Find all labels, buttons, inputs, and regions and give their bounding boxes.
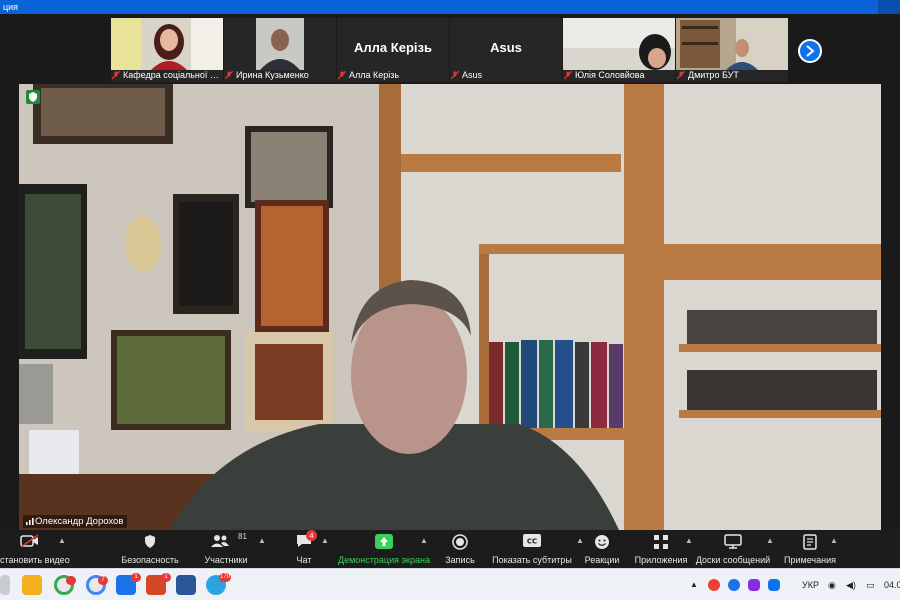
participants-label: Участники bbox=[204, 555, 248, 565]
app-icon[interactable]: 1 bbox=[116, 573, 141, 595]
chat-button[interactable]: 4 Чат bbox=[284, 530, 324, 568]
svg-text:CC: CC bbox=[527, 538, 537, 546]
chrome-icon[interactable] bbox=[54, 575, 76, 595]
reactions-button[interactable]: Реакции bbox=[582, 530, 622, 568]
whiteboards-options-caret[interactable]: ▲ bbox=[766, 536, 774, 546]
record-button[interactable]: Запись bbox=[438, 530, 482, 568]
video-camera-icon bbox=[20, 534, 39, 548]
record-label: Запись bbox=[445, 555, 475, 565]
participant-thumbnail-strip: Кафедра соціальної п... Ирина Кузьменко … bbox=[0, 14, 900, 84]
participant-display-name: Алла Керізь bbox=[354, 40, 432, 55]
shield-icon bbox=[145, 535, 155, 548]
share-options-caret[interactable]: ▲ bbox=[420, 536, 428, 546]
speaker-name-label: Олександр Дорохов bbox=[23, 515, 128, 528]
window-title: ция bbox=[3, 2, 19, 12]
chevron-right-icon bbox=[806, 45, 815, 57]
participants-icon bbox=[211, 535, 229, 547]
security-button[interactable]: Безопасность bbox=[112, 530, 188, 568]
chat-badge: 4 bbox=[306, 530, 317, 541]
record-icon bbox=[452, 534, 468, 550]
input-language[interactable]: УКР bbox=[802, 569, 819, 600]
thumbnail-dmytro[interactable]: Дмитро БУТ bbox=[676, 18, 788, 82]
thumbnail-kafedra[interactable]: Кафедра соціальної п... bbox=[111, 18, 223, 82]
chrome-badge bbox=[66, 576, 76, 585]
share-screen-label: Демонстрация экрана bbox=[338, 555, 430, 565]
video-label: становить видео bbox=[0, 555, 70, 565]
telegram-icon[interactable]: 170 bbox=[206, 573, 231, 595]
thumbnail-alla[interactable]: Алла Керізь Алла Керізь bbox=[337, 18, 449, 82]
signal-bars-icon bbox=[26, 518, 34, 525]
reactions-label: Реакции bbox=[584, 555, 620, 565]
speaker-name: Олександр Дорохов bbox=[35, 516, 124, 527]
volume-icon[interactable]: ◀) bbox=[846, 569, 856, 600]
participant-video bbox=[111, 18, 223, 70]
app-badge: 1 bbox=[131, 573, 141, 582]
notes-label: Примечания bbox=[784, 555, 836, 565]
whiteboards-button[interactable]: Доски сообщений bbox=[694, 530, 772, 568]
apps-label: Приложения bbox=[634, 555, 688, 565]
participant-name: Asus bbox=[462, 70, 483, 80]
title-bar: ция bbox=[0, 0, 900, 14]
video-options-caret[interactable]: ▲ bbox=[58, 536, 66, 545]
participant-display-name: Asus bbox=[490, 40, 522, 55]
apps-button[interactable]: Приложения bbox=[632, 530, 690, 568]
participants-button[interactable]: 81 Участники bbox=[200, 530, 252, 568]
subtitles-label: Показать субтитры bbox=[492, 555, 572, 565]
participant-video bbox=[224, 18, 336, 70]
participant-name: Кафедра соціальної п... bbox=[123, 70, 221, 80]
taskbar-app-icon[interactable] bbox=[0, 575, 10, 595]
show-subtitles-button[interactable]: CC Показать субтитры bbox=[492, 530, 572, 568]
share-screen-icon bbox=[375, 534, 393, 549]
tray-app-icon[interactable] bbox=[708, 579, 720, 591]
title-bar-control[interactable] bbox=[878, 0, 900, 14]
apps-options-caret[interactable]: ▲ bbox=[685, 536, 693, 546]
participant-video bbox=[676, 18, 788, 70]
windows-taskbar: 7 1 1 170 ▲ УКР ◉ ◀) ▭ 04.0 bbox=[0, 568, 900, 600]
encryption-shield-icon bbox=[26, 90, 40, 104]
reactions-smiley-icon bbox=[595, 535, 609, 549]
chrome-profile-badge: 7 bbox=[98, 576, 108, 585]
share-screen-button[interactable]: Демонстрация экрана bbox=[336, 530, 432, 568]
apps-grid-icon bbox=[654, 535, 668, 549]
participants-options-caret[interactable]: ▲ bbox=[258, 536, 266, 546]
participant-name: Алла Керізь bbox=[349, 70, 400, 80]
participants-count: 81 bbox=[238, 532, 247, 541]
tray-overflow-icon[interactable]: ▲ bbox=[690, 569, 698, 600]
whiteboard-icon bbox=[724, 534, 742, 549]
powerpoint-icon[interactable]: 1 bbox=[146, 573, 171, 595]
thumbnail-iryna[interactable]: Ирина Кузьменко bbox=[224, 18, 336, 82]
word-icon[interactable] bbox=[176, 575, 196, 595]
telegram-badge: 170 bbox=[218, 573, 231, 582]
meeting-toolbar: ▲ становить видео Безопасность 81 Участн… bbox=[0, 530, 900, 568]
whiteboards-label: Доски сообщений bbox=[695, 555, 771, 565]
active-speaker-video: Олександр Дорохов bbox=[19, 84, 881, 530]
closed-captions-icon: CC bbox=[523, 534, 541, 547]
network-icon[interactable]: ◉ bbox=[828, 569, 836, 600]
notes-options-caret[interactable]: ▲ bbox=[830, 536, 838, 546]
security-label: Безопасность bbox=[121, 555, 179, 565]
powerpoint-badge: 1 bbox=[161, 573, 171, 582]
tray-zoom-icon[interactable] bbox=[768, 579, 780, 591]
participant-name: Дмитро БУТ bbox=[688, 70, 739, 80]
speaker-video-frame bbox=[19, 84, 881, 530]
next-page-button[interactable] bbox=[798, 39, 822, 63]
chat-label: Чат bbox=[296, 555, 312, 565]
chrome-profile-icon[interactable]: 7 bbox=[86, 575, 108, 595]
participant-video bbox=[563, 18, 675, 70]
participant-name: Ирина Кузьменко bbox=[236, 70, 309, 80]
participant-name: Юлія Соловйова bbox=[575, 70, 645, 80]
start-video-button[interactable]: ▲ становить видео bbox=[0, 530, 80, 568]
clock[interactable]: 04.0 bbox=[884, 569, 900, 600]
battery-icon[interactable]: ▭ bbox=[866, 569, 875, 600]
tray-app-icon[interactable] bbox=[728, 579, 740, 591]
zoom-meeting-window: ция Кафедра соціальної п... Ирина Кузьме… bbox=[0, 0, 900, 600]
thumbnail-yuliia[interactable]: Юлія Соловйова bbox=[563, 18, 675, 82]
tray-app-icon[interactable] bbox=[748, 579, 760, 591]
notes-icon bbox=[803, 534, 817, 550]
thumbnail-asus[interactable]: Asus Asus bbox=[450, 18, 562, 82]
file-explorer-icon[interactable] bbox=[22, 575, 42, 595]
chat-options-caret[interactable]: ▲ bbox=[321, 536, 329, 546]
